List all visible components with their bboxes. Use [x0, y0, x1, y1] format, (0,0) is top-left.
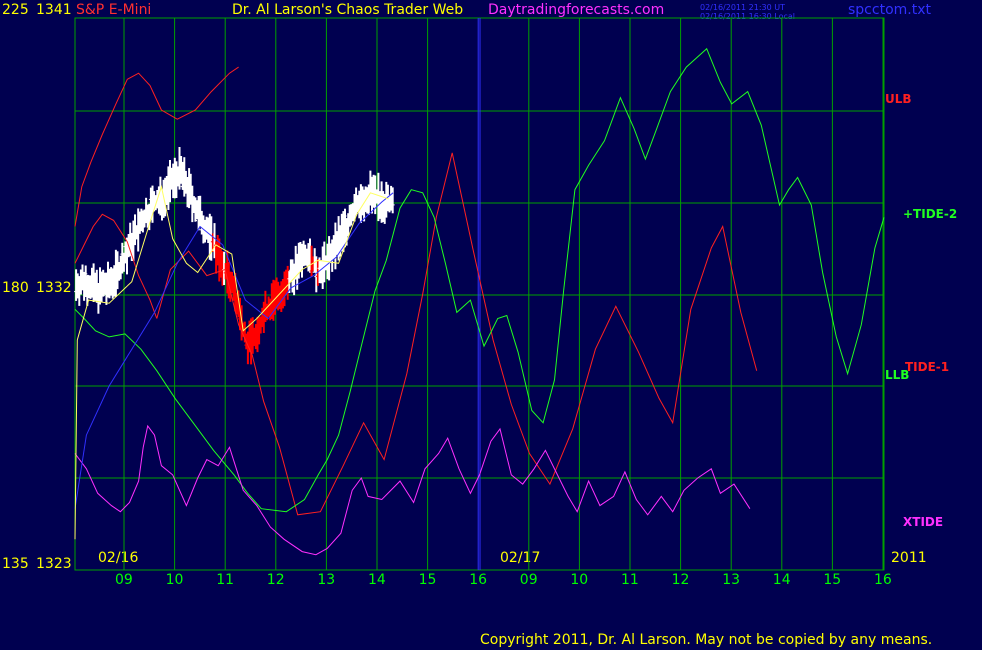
series-line-xtide [74, 424, 751, 556]
chaos-trader-chart [74, 17, 885, 571]
price-bars [74, 147, 395, 365]
chart-grid [74, 17, 885, 571]
